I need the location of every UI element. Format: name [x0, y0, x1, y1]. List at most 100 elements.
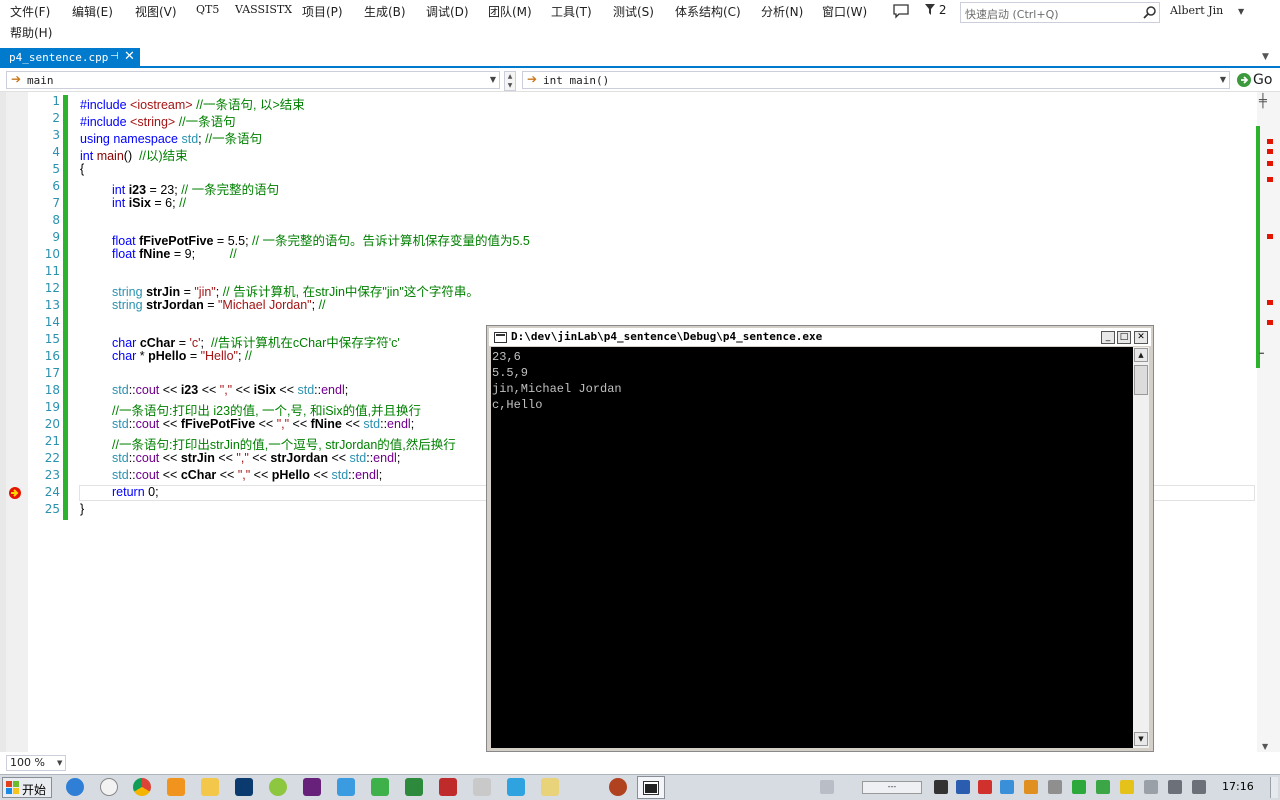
- visual-studio-icon[interactable]: [303, 778, 321, 796]
- code-line[interactable]: std::cout << i23 << "," << iSix << std::…: [112, 383, 348, 397]
- tab-p4-sentence[interactable]: p4_sentence.cpp ⊣ ✕: [0, 48, 140, 68]
- tab-overflow-icon[interactable]: ▼: [1262, 52, 1269, 62]
- app-circle-icon[interactable]: [100, 778, 118, 796]
- app-blue-icon[interactable]: [337, 778, 355, 796]
- editor-left-strip: [0, 92, 6, 752]
- console-scrollbar[interactable]: ▲ ▼: [1133, 347, 1149, 748]
- pin-icon[interactable]: ⊣: [110, 51, 119, 62]
- menu-test[interactable]: 测试(S): [613, 3, 654, 20]
- ime-indicator[interactable]: ---: [862, 781, 922, 794]
- app-cloud-icon[interactable]: [507, 778, 525, 796]
- error-marker[interactable]: [1267, 320, 1273, 325]
- code-line[interactable]: }: [80, 502, 84, 516]
- console-task-button[interactable]: [637, 776, 665, 799]
- menu-help[interactable]: 帮助(H): [10, 24, 52, 41]
- menu-debug[interactable]: 调试(D): [426, 3, 469, 20]
- clock[interactable]: 17:16: [1222, 780, 1254, 793]
- close-button[interactable]: ✕: [1134, 331, 1148, 344]
- menu-tools[interactable]: 工具(T): [551, 3, 592, 20]
- menu-vassistx[interactable]: VASSISTX: [235, 3, 292, 16]
- network-icon[interactable]: [1168, 780, 1182, 794]
- user-name[interactable]: Albert Jin: [1170, 4, 1223, 17]
- sublime-icon[interactable]: [167, 778, 185, 796]
- app-tray-icon[interactable]: [978, 780, 992, 794]
- console-window[interactable]: D:\dev\jinLab\p4_sentence\Debug\p4_sente…: [486, 325, 1154, 752]
- nav-spinner[interactable]: ▲ ▼: [504, 71, 516, 91]
- error-marker[interactable]: [1267, 139, 1273, 144]
- menu-view[interactable]: 视图(V): [135, 3, 177, 20]
- code-line[interactable]: int main() //以)结束: [80, 145, 188, 164]
- code-line[interactable]: std::cout << fFivePotFive << "," << fNin…: [112, 417, 414, 431]
- scope-dropdown[interactable]: ➔ main ▼: [6, 71, 500, 89]
- scope-value: main: [27, 74, 54, 87]
- filter-notifications[interactable]: 2: [925, 3, 946, 17]
- wechat-icon[interactable]: [371, 778, 389, 796]
- arrow-up-icon[interactable]: [956, 780, 970, 794]
- menu-edit[interactable]: 编辑(E): [72, 3, 113, 20]
- shield-icon[interactable]: [1072, 780, 1086, 794]
- app-tray-icon[interactable]: [1120, 780, 1134, 794]
- menu-project[interactable]: 项目(P): [302, 3, 343, 20]
- scroll-down-icon[interactable]: ▼: [1262, 742, 1268, 751]
- app-ball-icon[interactable]: [609, 778, 627, 796]
- menu-architecture[interactable]: 体系结构(C): [675, 3, 741, 20]
- error-marker[interactable]: [1267, 300, 1273, 305]
- volume-icon[interactable]: [1192, 780, 1206, 794]
- code-line[interactable]: float fNine = 9; //: [112, 247, 237, 261]
- chevron-down-icon[interactable]: ▼: [1238, 7, 1244, 16]
- photoshop-icon[interactable]: [235, 778, 253, 796]
- code-line[interactable]: char * pHello = "Hello"; //: [112, 349, 252, 363]
- menu-analyze[interactable]: 分析(N): [761, 3, 803, 20]
- console-output[interactable]: 23,6 5.5,9 jin,Michael Jordan c,Hello: [491, 347, 1133, 748]
- current-statement-icon[interactable]: [8, 486, 22, 500]
- show-desktop-button[interactable]: [1270, 777, 1278, 798]
- quick-launch-input[interactable]: 快速启动 (Ctrl+Q): [960, 2, 1160, 23]
- scroll-up-button[interactable]: ▲: [1134, 348, 1148, 362]
- app-terminal-icon[interactable]: [405, 778, 423, 796]
- error-marker[interactable]: [1267, 234, 1273, 239]
- minimize-button[interactable]: _: [1101, 331, 1115, 344]
- error-marker[interactable]: [1267, 177, 1273, 182]
- app-green-icon[interactable]: [269, 778, 287, 796]
- filezilla-icon[interactable]: [439, 778, 457, 796]
- menu-file[interactable]: 文件(F): [10, 3, 50, 20]
- code-line[interactable]: std::cout << cChar << "," << pHello << s…: [112, 468, 382, 482]
- error-marker[interactable]: [1267, 161, 1273, 166]
- chevron-down-icon[interactable]: ▼: [57, 759, 62, 767]
- chrome-icon[interactable]: [133, 778, 151, 796]
- code-line[interactable]: return 0;: [112, 485, 159, 499]
- start-button[interactable]: 开始: [2, 777, 52, 798]
- maximize-button[interactable]: □: [1117, 331, 1131, 344]
- app-tray-icon[interactable]: [1144, 780, 1158, 794]
- app-notes-icon[interactable]: [541, 778, 559, 796]
- scroll-thumb[interactable]: [1134, 365, 1148, 395]
- app-tray-icon[interactable]: [1000, 780, 1014, 794]
- scroll-down-button[interactable]: ▼: [1134, 732, 1148, 746]
- member-dropdown[interactable]: ➔ int main() ▼: [522, 71, 1230, 89]
- keyboard-icon[interactable]: [820, 780, 834, 794]
- folder-icon[interactable]: [201, 778, 219, 796]
- ie-icon[interactable]: [66, 778, 84, 796]
- editor-vertical-scrollbar[interactable]: [1257, 92, 1280, 752]
- power-plug-icon[interactable]: [934, 780, 948, 794]
- code-line[interactable]: {: [80, 162, 84, 176]
- line-number: 23: [44, 468, 60, 482]
- console-title-bar[interactable]: D:\dev\jinLab\p4_sentence\Debug\p4_sente…: [489, 328, 1151, 346]
- code-line[interactable]: int iSix = 6; //: [112, 196, 186, 210]
- notification-icon[interactable]: [892, 3, 914, 21]
- menu-build[interactable]: 生成(B): [364, 3, 406, 20]
- go-button[interactable]: Go: [1234, 71, 1278, 91]
- app-tray-icon[interactable]: [1048, 780, 1062, 794]
- code-line[interactable]: string strJordan = "Michael Jordan"; //: [112, 298, 326, 312]
- code-line[interactable]: std::cout << strJin << "," << strJordan …: [112, 451, 400, 465]
- search-icon[interactable]: [1143, 5, 1157, 19]
- error-marker[interactable]: [1267, 149, 1273, 154]
- menu-window[interactable]: 窗口(W): [822, 3, 867, 20]
- app-gray-icon[interactable]: [473, 778, 491, 796]
- menu-team[interactable]: 团队(M): [488, 3, 532, 20]
- shield-icon[interactable]: [1096, 780, 1110, 794]
- menu-qt5[interactable]: QT5: [196, 3, 219, 16]
- split-window-icon[interactable]: ╪: [1259, 94, 1267, 109]
- app-tray-icon[interactable]: [1024, 780, 1038, 794]
- close-icon[interactable]: ✕: [124, 49, 135, 64]
